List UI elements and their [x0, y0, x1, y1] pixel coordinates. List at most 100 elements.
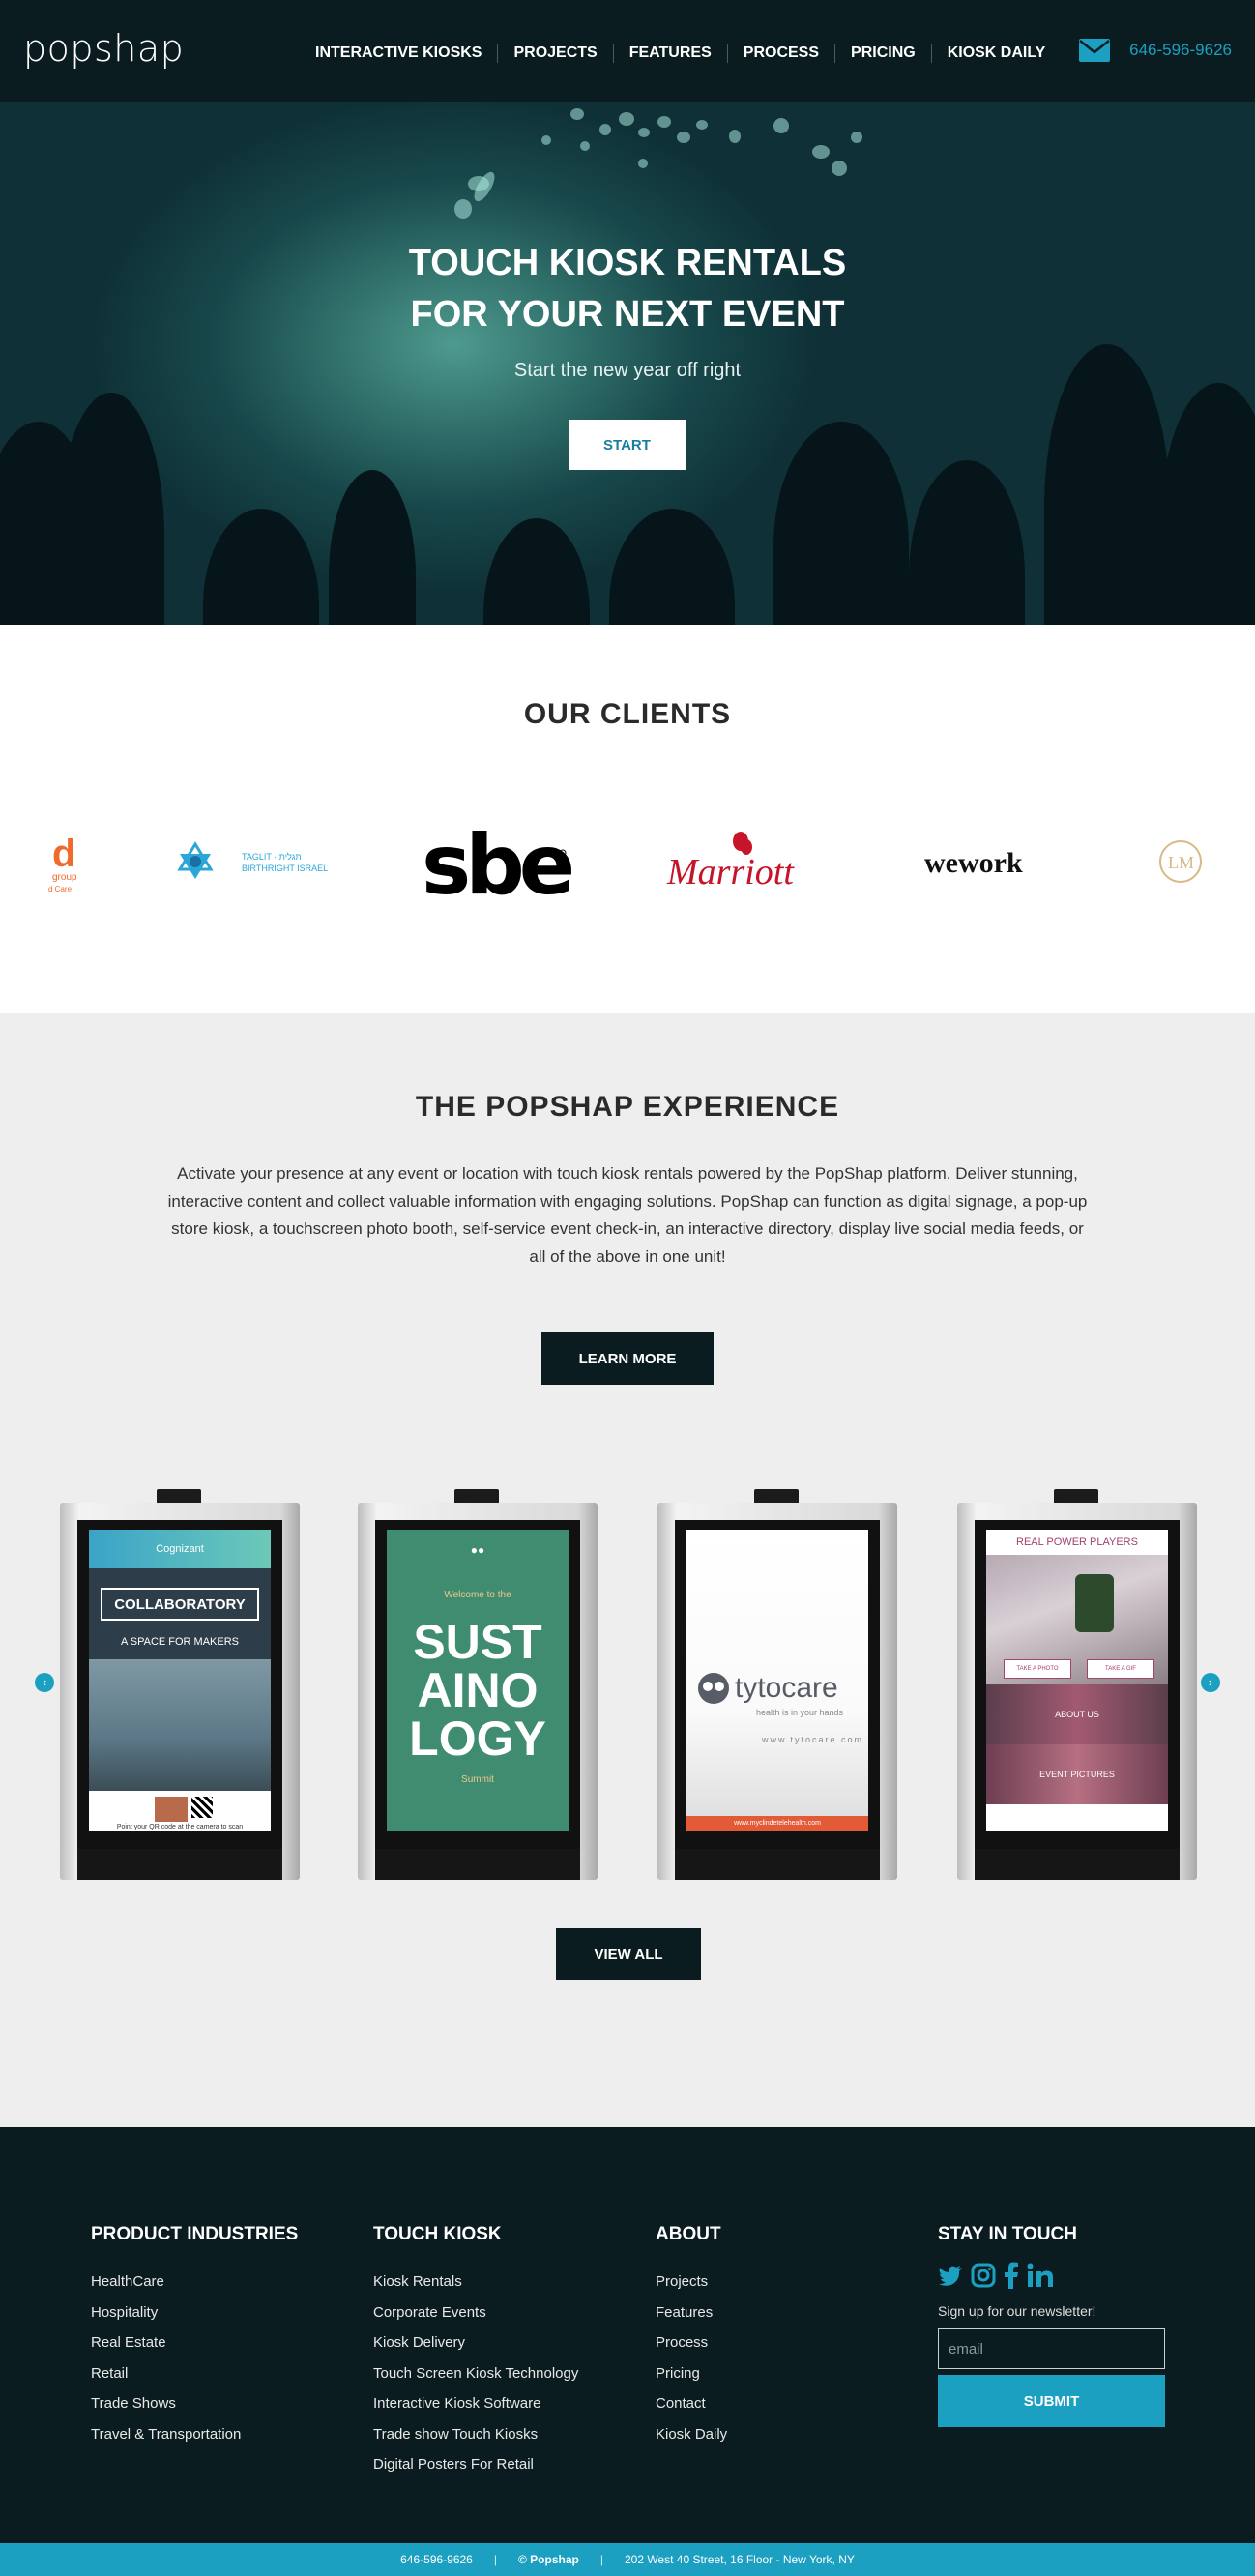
nav-kiosk-daily[interactable]: KIOSK DAILY [930, 44, 1062, 63]
event-pictures-button[interactable]: EVENT PICTURES [986, 1744, 1168, 1804]
lm-monogram-icon: LM [1159, 840, 1202, 883]
take-gif-button[interactable]: TAKE A GIF [1087, 1659, 1154, 1679]
client-logo-taglit: TAGLIT · תגלית BIRTHRIGHT ISRAEL [176, 833, 331, 891]
footer-link-process[interactable]: Process [656, 2327, 727, 2358]
bottom-bar: 646-596-9626 | © Popshap | 202 West 40 S… [0, 2543, 1255, 2576]
header-phone[interactable]: 646-596-9626 [1129, 41, 1232, 60]
envelope-icon[interactable] [1079, 39, 1111, 62]
svg-text:wework: wework [924, 847, 1023, 879]
hero-title: TOUCH KIOSK RENTALS FOR YOUR NEXT EVENT [0, 238, 1255, 340]
kiosk-frame: ●● Welcome to the SUST AINO LOGY Summit [358, 1503, 598, 1880]
svg-text:TAGLIT · תגלית: TAGLIT · תגלית [242, 852, 302, 862]
start-button[interactable]: START [569, 420, 686, 470]
kiosk-card-cognizant[interactable]: Cognizant COLLABORATORY A SPACE FOR MAKE… [60, 1489, 300, 1880]
tytocare-owl-icon [698, 1673, 729, 1704]
footer-heading-stay-in-touch: STAY IN TOUCH [938, 2224, 1077, 2244]
kiosk-card-sustainology[interactable]: ●● Welcome to the SUST AINO LOGY Summit [358, 1489, 598, 1880]
contact-block: 646-596-9626 [1079, 39, 1232, 62]
nav-process[interactable]: PROCESS [726, 44, 834, 63]
about-us-button[interactable]: ABOUT US [986, 1684, 1168, 1744]
linkedin-icon[interactable] [1027, 2261, 1054, 2290]
nav-projects[interactable]: PROJECTS [497, 44, 612, 63]
footer-link-healthcare[interactable]: HealthCare [91, 2267, 298, 2298]
nav-interactive-kiosks[interactable]: INTERACTIVE KIOSKS [300, 44, 497, 63]
footer-link-kiosk-rentals[interactable]: Kiosk Rentals [373, 2267, 578, 2298]
kiosk-brand: tytocare [735, 1672, 838, 1704]
newsletter-email-input[interactable] [938, 2328, 1165, 2369]
kiosk-brand: Cognizant [89, 1530, 271, 1568]
footer-link-kiosk-daily[interactable]: Kiosk Daily [656, 2419, 727, 2450]
twitter-icon[interactable] [938, 2261, 963, 2290]
footer-link-trade-shows[interactable]: Trade Shows [91, 2388, 298, 2419]
footer-link-corporate-events[interactable]: Corporate Events [373, 2298, 578, 2328]
newsletter-label: Sign up for our newsletter! [938, 2303, 1096, 2319]
kiosk-subline: Summit [461, 1774, 494, 1785]
clients-section: OUR CLIENTS d group d Care TAGLIT · תגלי… [0, 625, 1255, 1013]
footer-link-digital-posters[interactable]: Digital Posters For Retail [373, 2449, 578, 2480]
main-nav: INTERACTIVE KIOSKS PROJECTS FEATURES PRO… [300, 44, 1061, 63]
svg-text:LM: LM [1168, 853, 1194, 872]
sbe-logo-icon: sbe [422, 818, 572, 905]
kiosk-footer-text: Point your QR code at the camera to scan [116, 1824, 244, 1830]
hero-subtitle: Start the new year off right [513, 360, 742, 381]
footer-link-travel[interactable]: Travel & Transportation [91, 2419, 298, 2450]
footer-link-hospitality[interactable]: Hospitality [91, 2298, 298, 2328]
kiosk-photo: TAKE A PHOTO TAKE A GIF [986, 1555, 1168, 1684]
experience-description: Activate your presence at any event or l… [167, 1164, 1088, 1266]
kiosk-card-real-power-players[interactable]: REAL POWER PLAYERS TAKE A PHOTO TAKE A G… [957, 1489, 1197, 1880]
nav-features[interactable]: FEATURES [612, 44, 727, 63]
bottom-phone[interactable]: 646-596-9626 [400, 2553, 473, 2566]
kiosk-subline: A SPACE FOR MAKERS [120, 1636, 240, 1648]
kiosk-card-tytocare[interactable]: tytocare health is in your hands www.tyt… [657, 1489, 897, 1880]
site-header: popshap INTERACTIVE KIOSKS PROJECTS FEAT… [0, 0, 1255, 102]
footer-heading-touch-kiosk: TOUCH KIOSK [373, 2224, 502, 2244]
client-logo-sbe: sbe [418, 818, 572, 905]
svg-text:d: d [52, 833, 75, 875]
footer-link-touch-screen-tech[interactable]: Touch Screen Kiosk Technology [373, 2358, 578, 2389]
newsletter-submit-button[interactable]: SUBMIT [938, 2375, 1165, 2427]
social-links [938, 2261, 1165, 2290]
footer-link-trade-show-kiosks[interactable]: Trade show Touch Kiosks [373, 2419, 578, 2450]
kiosk-photo [89, 1659, 271, 1791]
footer-link-kiosk-delivery[interactable]: Kiosk Delivery [373, 2327, 578, 2358]
footer-link-projects[interactable]: Projects [656, 2267, 727, 2298]
wework-logo-icon: wework [924, 847, 1023, 879]
hero-title-line-1: TOUCH KIOSK RENTALS [408, 243, 847, 283]
nav-pricing[interactable]: PRICING [834, 44, 931, 63]
kiosk-tagline: health is in your hands [756, 1708, 844, 1717]
address: 202 West 40 Street, 16 Floor - New York,… [624, 2553, 855, 2566]
carousel-next-icon[interactable]: › [1201, 1673, 1220, 1692]
carousel-prev-icon[interactable]: ‹ [35, 1673, 54, 1692]
taglit-logo-icon: TAGLIT · תגלית BIRTHRIGHT ISRAEL [177, 841, 328, 879]
learn-more-button[interactable]: LEARN MORE [541, 1332, 714, 1385]
kiosk-frame: Cognizant COLLABORATORY A SPACE FOR MAKE… [60, 1503, 300, 1880]
kiosk-frame: REAL POWER PLAYERS TAKE A PHOTO TAKE A G… [957, 1503, 1197, 1880]
footer-heading-industries: PRODUCT INDUSTRIES [91, 2224, 299, 2244]
kiosk-footer: Point your QR code at the camera to scan [89, 1791, 271, 1831]
footer-link-real-estate[interactable]: Real Estate [91, 2327, 298, 2358]
footer-link-retail[interactable]: Retail [91, 2358, 298, 2389]
svg-text:d Care: d Care [48, 885, 73, 893]
clients-title: OUR CLIENTS [523, 698, 732, 730]
facebook-icon[interactable] [1004, 2261, 1019, 2290]
footer-link-features[interactable]: Features [656, 2298, 727, 2328]
view-all-button[interactable]: VIEW ALL [556, 1928, 701, 1980]
hero-banner: TOUCH KIOSK RENTALS FOR YOUR NEXT EVENT … [0, 102, 1255, 625]
instagram-icon[interactable] [971, 2261, 996, 2290]
experience-section: THE POPSHAP EXPERIENCE Activate your pre… [0, 1013, 1255, 2127]
d-group-logo-icon: d group d Care [48, 833, 77, 893]
footer-link-contact[interactable]: Contact [656, 2388, 727, 2419]
kiosk-url: www.tytocare.com [762, 1735, 864, 1744]
take-photo-button[interactable]: TAKE A PHOTO [1004, 1659, 1071, 1679]
site-footer: PRODUCT INDUSTRIES HealthCare Hospitalit… [0, 2127, 1255, 2543]
footer-link-pricing[interactable]: Pricing [656, 2358, 727, 2389]
kiosk-footer: www.myclindetelehealth.com [686, 1816, 868, 1831]
footer-col-industries: PRODUCT INDUSTRIES HealthCare Hospitalit… [91, 2224, 298, 2449]
svg-text:group: group [52, 872, 77, 883]
kiosk-title: REAL POWER PLAYERS [1016, 1537, 1138, 1548]
kiosk-screen: REAL POWER PLAYERS TAKE A PHOTO TAKE A G… [986, 1530, 1168, 1831]
footer-col-about: ABOUT Projects Features Process Pricing … [656, 2224, 727, 2449]
footer-link-kiosk-software[interactable]: Interactive Kiosk Software [373, 2388, 578, 2419]
footer-col-touch-kiosk: TOUCH KIOSK Kiosk Rentals Corporate Even… [373, 2224, 578, 2480]
popshap-logo[interactable]: popshap [23, 27, 184, 70]
